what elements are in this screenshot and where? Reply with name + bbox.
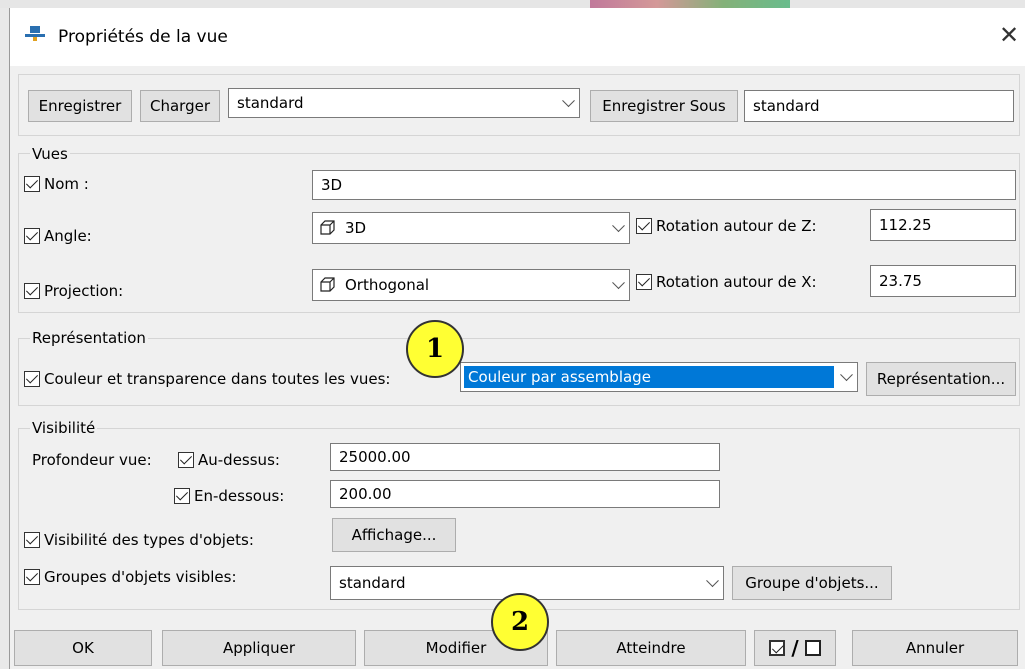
cube-icon: [320, 220, 335, 235]
groups-checkbox-row[interactable]: Groupes d'objets visibles:: [24, 568, 237, 586]
unchecked-box-icon: [804, 640, 821, 656]
reach-button[interactable]: Atteindre: [556, 630, 746, 666]
toggle-all-button[interactable]: /: [754, 630, 836, 666]
rotz-checkbox[interactable]: [636, 218, 652, 234]
view-properties-icon: [25, 26, 45, 41]
rotx-checkbox-row[interactable]: Rotation autour de X:: [636, 273, 817, 291]
window-title: Propriétés de la vue: [58, 27, 228, 47]
cancel-button[interactable]: Annuler: [852, 630, 1018, 666]
projection-label: Projection:: [44, 282, 124, 300]
rotz-checkbox-row[interactable]: Rotation autour de Z:: [636, 217, 817, 235]
annotation-marker-1: 1: [406, 320, 464, 378]
chevron-down-icon: [612, 276, 625, 290]
above-label: Au-dessus:: [198, 451, 280, 469]
rotx-field[interactable]: 23.75: [870, 265, 1016, 297]
angle-select-value: 3D: [345, 219, 367, 237]
name-field[interactable]: 3D: [312, 170, 1016, 200]
preset-select[interactable]: standard: [228, 88, 580, 118]
name-checkbox[interactable]: [24, 176, 40, 192]
above-checkbox-row[interactable]: Au-dessus:: [178, 451, 280, 469]
ok-button[interactable]: OK: [14, 630, 152, 666]
annotation-marker-2: 2: [491, 593, 549, 651]
depth-label: Profondeur vue:: [32, 451, 152, 469]
color-checkbox[interactable]: [24, 371, 40, 387]
projection-checkbox[interactable]: [24, 283, 40, 299]
visibility-group-title: Visibilité: [30, 419, 98, 437]
types-label: Visibilité des types d'objets:: [44, 531, 254, 549]
save-as-field[interactable]: standard: [744, 90, 1014, 122]
angle-checkbox-row[interactable]: Angle:: [24, 227, 92, 245]
preset-select-value: standard: [237, 94, 304, 112]
below-field[interactable]: 200.00: [330, 480, 720, 508]
toggle-separator: /: [791, 636, 799, 660]
representation-button[interactable]: Représentation...: [866, 362, 1016, 396]
groups-label: Groupes d'objets visibles:: [44, 568, 237, 586]
left-edge: [0, 8, 9, 669]
display-button[interactable]: Affichage...: [332, 518, 456, 552]
types-checkbox[interactable]: [24, 532, 40, 548]
types-checkbox-row[interactable]: Visibilité des types d'objets:: [24, 531, 254, 549]
chevron-down-icon: [706, 574, 719, 588]
above-checkbox[interactable]: [178, 452, 194, 468]
rotz-label: Rotation autour de Z:: [656, 217, 817, 235]
color-label: Couleur et transparence dans toutes les …: [44, 370, 391, 388]
name-checkbox-row[interactable]: Nom :: [24, 175, 89, 193]
views-group-title: Vues: [30, 145, 70, 163]
below-checkbox-row[interactable]: En-dessous:: [174, 487, 284, 505]
projection-select-value: Orthogonal: [345, 276, 430, 294]
groups-select-value: standard: [339, 574, 406, 592]
rotz-field[interactable]: 112.25: [870, 209, 1016, 241]
cube-icon: [320, 277, 335, 292]
name-label: Nom :: [44, 175, 89, 193]
apply-button[interactable]: Appliquer: [162, 630, 356, 666]
close-icon[interactable]: ✕: [994, 20, 1024, 50]
above-field[interactable]: 25000.00: [330, 443, 720, 471]
background-model-fragment: [590, 0, 790, 8]
groups-checkbox[interactable]: [24, 569, 40, 585]
representation-group-title: Représentation: [30, 329, 148, 347]
chevron-down-icon: [612, 219, 625, 233]
checked-box-icon: [769, 640, 786, 656]
load-button[interactable]: Charger: [140, 90, 220, 122]
angle-label: Angle:: [44, 227, 92, 245]
angle-checkbox[interactable]: [24, 228, 40, 244]
object-groups-button[interactable]: Groupe d'objets...: [732, 566, 892, 600]
projection-select[interactable]: Orthogonal: [312, 269, 630, 301]
background-strip: [0, 0, 1025, 8]
angle-select[interactable]: 3D: [312, 212, 630, 244]
chevron-down-icon: [840, 368, 853, 382]
color-checkbox-row[interactable]: Couleur et transparence dans toutes les …: [24, 370, 391, 388]
save-button[interactable]: Enregistrer: [28, 90, 132, 122]
color-select[interactable]: Couleur par assemblage: [460, 362, 858, 392]
save-as-button[interactable]: Enregistrer Sous: [590, 90, 738, 122]
rotx-label: Rotation autour de X:: [656, 273, 817, 291]
below-label: En-dessous:: [194, 487, 285, 505]
projection-checkbox-row[interactable]: Projection:: [24, 282, 123, 300]
rotx-checkbox[interactable]: [636, 274, 652, 290]
color-select-value: Couleur par assemblage: [464, 366, 834, 388]
chevron-down-icon: [562, 94, 575, 108]
below-checkbox[interactable]: [174, 488, 190, 504]
